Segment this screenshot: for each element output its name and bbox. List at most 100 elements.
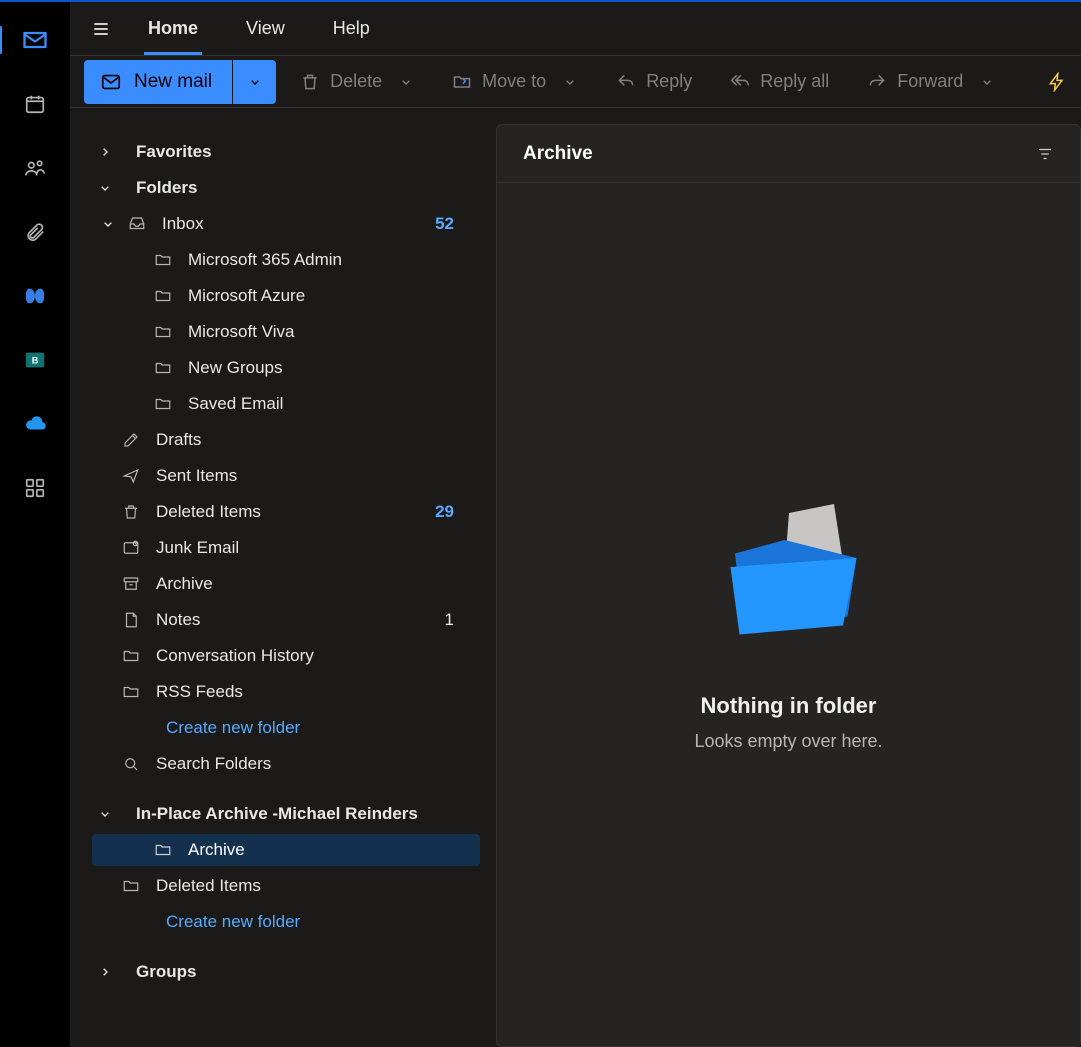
- hamburger-button[interactable]: [78, 6, 124, 52]
- folder-label: Archive: [188, 840, 245, 860]
- trash-icon: [120, 503, 142, 521]
- folder-deleted[interactable]: Deleted Items29: [120, 496, 474, 528]
- new-mail-button[interactable]: New mail: [84, 60, 232, 104]
- replyall-button[interactable]: Reply all: [716, 60, 843, 104]
- groups-section[interactable]: Groups: [92, 956, 474, 988]
- folder-label: Notes: [156, 610, 200, 630]
- moveto-label: Move to: [482, 71, 546, 92]
- tab-home[interactable]: Home: [124, 2, 222, 55]
- mail-icon: [21, 26, 49, 54]
- apps-icon: [24, 477, 46, 499]
- tab-row: Home View Help: [70, 2, 1081, 56]
- bookings-icon: B: [24, 349, 46, 371]
- rail-mail[interactable]: [19, 24, 51, 56]
- folder-label: RSS Feeds: [156, 682, 243, 702]
- new-mail-splitbutton: New mail: [84, 60, 276, 104]
- folder-icon: [120, 877, 142, 895]
- attachment-icon: [24, 221, 46, 243]
- inbox-label: Inbox: [162, 214, 204, 234]
- archive-folder-archive[interactable]: Archive: [92, 834, 480, 866]
- new-mail-label: New mail: [134, 71, 212, 93]
- folder-archive[interactable]: Archive: [120, 568, 474, 600]
- list-title: Archive: [523, 143, 593, 165]
- archive-icon: [120, 575, 142, 593]
- tab-help[interactable]: Help: [309, 2, 394, 55]
- chevron-icon: [100, 216, 116, 232]
- inbox-icon: [126, 215, 148, 233]
- folder-icon: [120, 647, 142, 665]
- delete-label: Delete: [330, 71, 382, 92]
- folder-drafts[interactable]: Drafts: [120, 424, 474, 456]
- folder-m365admin[interactable]: Microsoft 365 Admin: [152, 244, 474, 276]
- folder-icon: [152, 359, 174, 377]
- delete-button[interactable]: Delete: [286, 60, 428, 104]
- filter-button[interactable]: [1036, 145, 1054, 163]
- reply-button[interactable]: Reply: [602, 60, 706, 104]
- favorites-label: Favorites: [136, 142, 212, 162]
- folder-conversation[interactable]: Conversation History: [120, 640, 474, 672]
- rail-viva[interactable]: [19, 280, 51, 312]
- chevron-down-icon: [398, 74, 414, 90]
- rail-bookings[interactable]: B: [19, 344, 51, 376]
- folder-label: Sent Items: [156, 466, 237, 486]
- drafts-icon: [120, 431, 142, 449]
- rail-more-apps[interactable]: [19, 472, 51, 504]
- folder-junk[interactable]: Junk Email: [120, 532, 474, 564]
- folder-icon: [152, 395, 174, 413]
- main-area: Home View Help New mail Delete: [70, 2, 1081, 1047]
- hamburger-icon: [91, 19, 111, 39]
- archive-account-section[interactable]: In-Place Archive -Michael Reinders: [92, 798, 474, 830]
- folder-azure[interactable]: Microsoft Azure: [152, 280, 474, 312]
- folder-label: New Groups: [188, 358, 282, 378]
- notes-count: 1: [445, 610, 464, 630]
- viva-icon: [24, 285, 46, 307]
- folder-savedemail[interactable]: Saved Email: [152, 388, 474, 420]
- folder-newgroups[interactable]: New Groups: [152, 352, 474, 384]
- folder-sent[interactable]: Sent Items: [120, 460, 474, 492]
- folder-label: Microsoft 365 Admin: [188, 250, 342, 270]
- search-icon: [120, 755, 142, 773]
- lightning-icon: [1047, 72, 1067, 92]
- rail-people[interactable]: [19, 152, 51, 184]
- folder-icon: [152, 323, 174, 341]
- folders-section[interactable]: Folders: [92, 172, 474, 204]
- folder-label: Search Folders: [156, 754, 271, 774]
- folder-label: Archive: [156, 574, 213, 594]
- create-folder-link[interactable]: Create new folder: [166, 712, 474, 744]
- toolbar: New mail Delete Move to: [70, 56, 1081, 108]
- inbox-count: 52: [435, 214, 464, 234]
- deleted-count: 29: [435, 502, 464, 522]
- rail-onedrive[interactable]: [19, 408, 51, 440]
- new-mail-dropdown[interactable]: [232, 60, 276, 104]
- folder-icon: [120, 683, 142, 701]
- chevron-down-icon: [247, 74, 263, 90]
- quicksteps-button[interactable]: [1033, 60, 1081, 104]
- folder-notes[interactable]: Notes 1: [120, 604, 474, 636]
- favorites-section[interactable]: Favorites: [92, 136, 474, 168]
- chevron-icon: [96, 806, 114, 822]
- delete-icon: [300, 72, 320, 92]
- archive-create-folder-link[interactable]: Create new folder: [166, 906, 474, 938]
- archive-folder-deleted[interactable]: Deleted Items: [120, 870, 474, 902]
- folder-inbox[interactable]: Inbox 52: [100, 208, 474, 240]
- chevron-icon: [96, 144, 114, 160]
- folder-viva[interactable]: Microsoft Viva: [152, 316, 474, 348]
- tab-view[interactable]: View: [222, 2, 309, 55]
- forward-button[interactable]: Forward: [853, 60, 1009, 104]
- folders-label: Folders: [136, 178, 197, 198]
- moveto-button[interactable]: Move to: [438, 60, 592, 104]
- chevron-down-icon: [562, 74, 578, 90]
- rail-calendar[interactable]: [19, 88, 51, 120]
- folder-searchfolders[interactable]: Search Folders: [120, 748, 474, 780]
- reply-icon: [616, 72, 636, 92]
- folder-pane: Favorites Folders Inbox 52 Microsoft 365…: [70, 108, 484, 1047]
- svg-text:B: B: [32, 356, 39, 366]
- rail-files[interactable]: [19, 216, 51, 248]
- forward-icon: [867, 72, 887, 92]
- notes-icon: [120, 611, 142, 629]
- list-header: Archive: [497, 125, 1080, 183]
- folder-label: Deleted Items: [156, 876, 261, 896]
- moveto-icon: [452, 72, 472, 92]
- folder-rss[interactable]: RSS Feeds: [120, 676, 474, 708]
- forward-label: Forward: [897, 71, 963, 92]
